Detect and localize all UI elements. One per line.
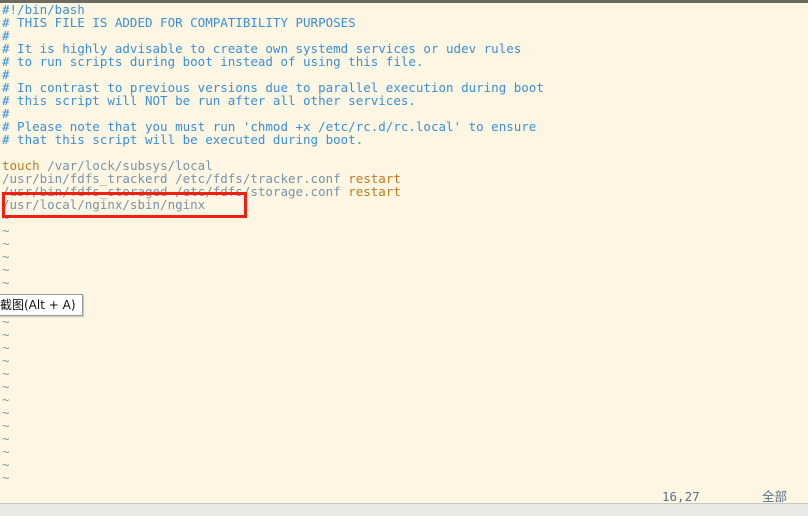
- scroll-indicator: 全部: [762, 489, 788, 504]
- vim-status-line: 16,27 全部: [0, 490, 808, 504]
- cursor-position: 16,27: [662, 489, 700, 504]
- comment-token: # THIS FILE IS ADDED FOR COMPATIBILITY P…: [2, 15, 356, 30]
- window-bottom-edge: [0, 503, 808, 516]
- code-line: # to run scripts during boot instead of …: [2, 55, 423, 68]
- comment-token: # that this script will be executed duri…: [2, 132, 364, 147]
- code-line: # that this script will be executed duri…: [2, 133, 363, 146]
- comment-token: # this script will NOT be run after all …: [2, 93, 416, 108]
- code-line: # THIS FILE IS ADDED FOR COMPATIBILITY P…: [2, 16, 356, 29]
- command-keyword: restart: [348, 184, 401, 199]
- vim-window: #!/bin/bash # THIS FILE IS ADDED FOR COMP…: [0, 0, 808, 516]
- code-line: /usr/local/nginx/sbin/nginx: [2, 198, 205, 211]
- comment-token: # to run scripts during boot instead of …: [2, 54, 424, 69]
- code-line: # this script will NOT be run after all …: [2, 94, 416, 107]
- tooltip-label: 截图(Alt + A): [0, 298, 76, 312]
- screenshot-tooltip: 截图(Alt + A): [0, 294, 83, 316]
- editor-text-area[interactable]: #!/bin/bash # THIS FILE IS ADDED FOR COMP…: [0, 3, 808, 497]
- command-path: /usr/local/nginx/sbin/nginx: [2, 197, 206, 212]
